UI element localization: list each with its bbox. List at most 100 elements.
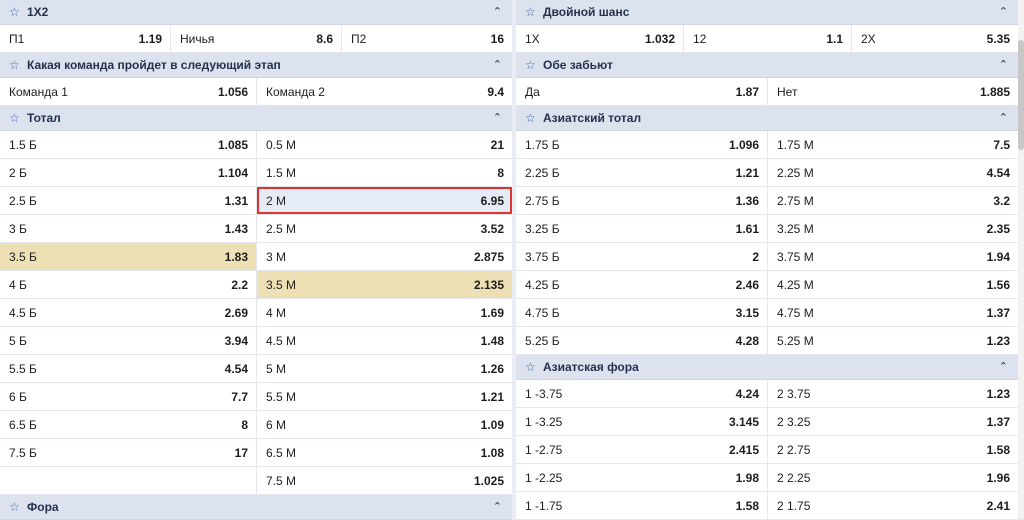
bet-cell[interactable]: 2.5 М 3.52 <box>257 215 512 242</box>
bet-cell[interactable]: 3.5 Б 1.83 <box>0 243 257 270</box>
chevron-up-icon[interactable]: ⌃ <box>999 360 1008 373</box>
bet-cell[interactable]: 4.75 М 1.37 <box>768 299 1018 326</box>
bet-cell[interactable]: Нет 1.885 <box>768 78 1018 105</box>
bet-cell[interactable]: 2.75 М 3.2 <box>768 187 1018 214</box>
section-1x2-row: П1 1.19 Ничья 8.6 П2 16 <box>0 25 512 53</box>
bet-cell[interactable]: 2 3.25 1.37 <box>768 408 1018 435</box>
bet-cell[interactable]: 2 2.25 1.96 <box>768 464 1018 491</box>
bet-cell[interactable]: 5.25 М 1.23 <box>768 327 1018 354</box>
section-double-chance-header[interactable]: ☆ Двойной шанс ⌃ <box>516 0 1018 25</box>
bet-cell[interactable]: 2X 5.35 <box>852 25 1018 52</box>
bet-cell[interactable]: 1 -2.75 2.415 <box>516 436 768 463</box>
bet-cell[interactable]: 2 М 6.95 <box>257 187 512 214</box>
bet-cell[interactable]: 5.5 Б 4.54 <box>0 355 257 382</box>
section-asian-fora-header[interactable]: ☆ Азиатская фора ⌃ <box>516 355 1018 380</box>
bet-cell[interactable]: 1 -3.75 4.24 <box>516 380 768 407</box>
bet-cell[interactable]: 1.75 М 7.5 <box>768 131 1018 158</box>
chevron-up-icon[interactable]: ⌃ <box>999 111 1008 124</box>
chevron-up-icon[interactable]: ⌃ <box>493 58 502 71</box>
bet-cell[interactable]: 6.5 М 1.08 <box>257 439 512 466</box>
section-btts-header[interactable]: ☆ Обе забьют ⌃ <box>516 53 1018 78</box>
bet-cell[interactable]: 2 1.75 2.41 <box>768 492 1018 519</box>
bet-cell[interactable]: 6 М 1.09 <box>257 411 512 438</box>
bet-cell[interactable]: П2 16 <box>342 25 512 52</box>
scrollbar-thumb[interactable] <box>1018 40 1024 150</box>
star-icon[interactable]: ☆ <box>525 111 539 125</box>
star-icon[interactable]: ☆ <box>9 58 23 72</box>
bet-cell[interactable]: Да 1.87 <box>516 78 768 105</box>
bet-cell[interactable]: 5 Б 3.94 <box>0 327 257 354</box>
section-fora-header[interactable]: ☆ Фора ⌃ <box>0 495 512 520</box>
bet-cell[interactable]: 1 -2.25 1.98 <box>516 464 768 491</box>
bet-cell[interactable]: 2.75 Б 1.36 <box>516 187 768 214</box>
bet-cell[interactable]: 3.75 М 1.94 <box>768 243 1018 270</box>
bet-cell <box>0 467 257 494</box>
star-icon[interactable]: ☆ <box>525 58 539 72</box>
bet-cell[interactable]: 3.25 М 2.35 <box>768 215 1018 242</box>
section-asian-total-row: 1.75 Б 1.096 1.75 М 7.5 <box>516 131 1018 159</box>
section-1x2-header[interactable]: ☆ 1X2 ⌃ <box>0 0 512 25</box>
bet-label: 2.25 Б <box>525 165 560 180</box>
section-1x2-title: 1X2 <box>27 5 49 19</box>
bet-cell[interactable]: 7.5 М 1.025 <box>257 467 512 494</box>
bet-cell[interactable]: 2 2.75 1.58 <box>768 436 1018 463</box>
section-asian-total-row: 2.25 Б 1.21 2.25 М 4.54 <box>516 159 1018 187</box>
bet-cell[interactable]: 5.25 Б 4.28 <box>516 327 768 354</box>
bet-cell[interactable]: 1.5 М 8 <box>257 159 512 186</box>
section-total-row: 3 Б 1.43 2.5 М 3.52 <box>0 215 512 243</box>
bet-cell[interactable]: 5 М 1.26 <box>257 355 512 382</box>
star-icon[interactable]: ☆ <box>9 5 23 19</box>
star-icon[interactable]: ☆ <box>9 111 23 125</box>
chevron-up-icon[interactable]: ⌃ <box>493 111 502 124</box>
bet-cell[interactable]: 2.5 Б 1.31 <box>0 187 257 214</box>
bet-cell[interactable]: 3.5 М 2.135 <box>257 271 512 298</box>
bet-odd: 4.54 <box>224 361 248 376</box>
bet-odd: 8 <box>241 417 248 432</box>
bet-cell[interactable]: 3 Б 1.43 <box>0 215 257 242</box>
bet-cell[interactable]: Ничья 8.6 <box>171 25 342 52</box>
chevron-up-icon[interactable]: ⌃ <box>493 500 502 513</box>
bet-cell[interactable]: 4.75 Б 3.15 <box>516 299 768 326</box>
chevron-up-icon[interactable]: ⌃ <box>999 58 1008 71</box>
bet-cell[interactable]: 0.5 М 21 <box>257 131 512 158</box>
bet-cell[interactable]: 1 -3.25 3.145 <box>516 408 768 435</box>
bet-cell[interactable]: 6 Б 7.7 <box>0 383 257 410</box>
bet-cell[interactable]: 2 3.75 1.23 <box>768 380 1018 407</box>
scrollbar[interactable] <box>1018 0 1024 518</box>
chevron-up-icon[interactable]: ⌃ <box>493 5 502 18</box>
bet-cell[interactable]: 4.5 Б 2.69 <box>0 299 257 326</box>
bet-cell[interactable]: 12 1.1 <box>684 25 852 52</box>
chevron-up-icon[interactable]: ⌃ <box>999 5 1008 18</box>
bet-cell[interactable]: 4.25 М 1.56 <box>768 271 1018 298</box>
bet-cell[interactable]: 5.5 М 1.21 <box>257 383 512 410</box>
section-advance-header[interactable]: ☆ Какая команда пройдет в следующий этап ⌃ <box>0 53 512 78</box>
bet-cell[interactable]: Команда 2 9.4 <box>257 78 512 105</box>
section-total-header[interactable]: ☆ Тотал ⌃ <box>0 106 512 131</box>
star-icon[interactable]: ☆ <box>9 500 23 514</box>
section-asian-total-header[interactable]: ☆ Азиатский тотал ⌃ <box>516 106 1018 131</box>
bet-cell[interactable]: 6.5 Б 8 <box>0 411 257 438</box>
bet-label: 7.5 Б <box>9 445 37 460</box>
bet-cell[interactable]: 4 Б 2.2 <box>0 271 257 298</box>
bet-cell[interactable]: Команда 1 1.056 <box>0 78 257 105</box>
bet-cell[interactable]: 1.5 Б 1.085 <box>0 131 257 158</box>
bet-cell[interactable]: 1.75 Б 1.096 <box>516 131 768 158</box>
bet-cell[interactable]: 4.5 М 1.48 <box>257 327 512 354</box>
section-asian-total-row: 2.75 Б 1.36 2.75 М 3.2 <box>516 187 1018 215</box>
star-icon[interactable]: ☆ <box>525 360 539 374</box>
bet-cell[interactable]: 3 М 2.875 <box>257 243 512 270</box>
bet-cell[interactable]: 3.25 Б 1.61 <box>516 215 768 242</box>
bet-cell[interactable]: 4 М 1.69 <box>257 299 512 326</box>
bet-cell[interactable]: 4.25 Б 2.46 <box>516 271 768 298</box>
bet-cell[interactable]: 1X 1.032 <box>516 25 684 52</box>
bet-cell[interactable]: 3.75 Б 2 <box>516 243 768 270</box>
bet-cell[interactable]: 7.5 Б 17 <box>0 439 257 466</box>
bet-cell[interactable]: 2.25 М 4.54 <box>768 159 1018 186</box>
bet-cell[interactable]: 1 -1.75 1.58 <box>516 492 768 519</box>
bet-cell[interactable]: 2.25 Б 1.21 <box>516 159 768 186</box>
bet-cell[interactable]: 2 Б 1.104 <box>0 159 257 186</box>
bet-label: 7.5 М <box>266 473 297 488</box>
star-icon[interactable]: ☆ <box>525 5 539 19</box>
bet-cell[interactable]: П1 1.19 <box>0 25 171 52</box>
bet-odd: 2.35 <box>986 221 1010 236</box>
